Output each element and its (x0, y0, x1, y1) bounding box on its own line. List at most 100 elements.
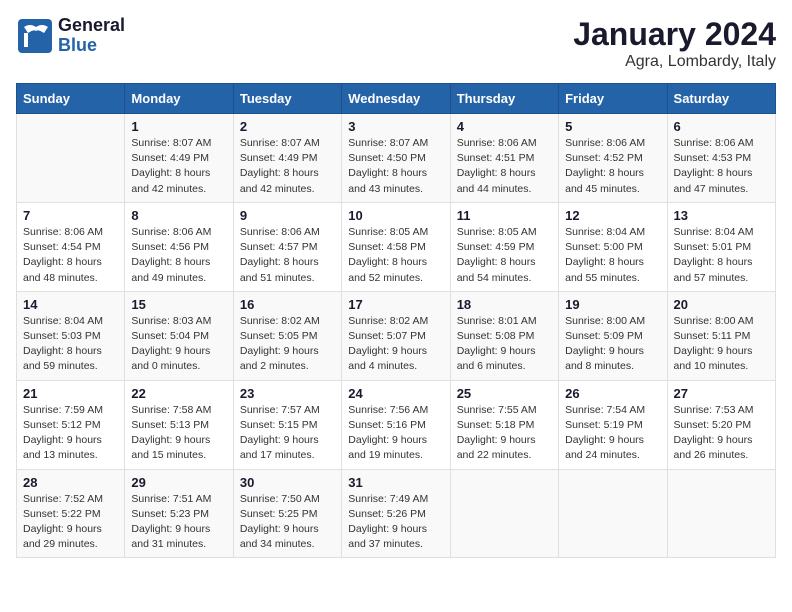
calendar-cell (559, 469, 667, 558)
day-info: Sunrise: 7:57 AM Sunset: 5:15 PM Dayligh… (240, 403, 335, 464)
calendar-cell: 29Sunrise: 7:51 AM Sunset: 5:23 PM Dayli… (125, 469, 233, 558)
calendar-cell: 13Sunrise: 8:04 AM Sunset: 5:01 PM Dayli… (667, 202, 775, 291)
calendar-cell: 22 Sunrise: 7:58 AM Sunset: 5:13 PM Dayli… (125, 380, 233, 469)
calendar-week-row: 28 Sunrise: 7:52 AM Sunset: 5:22 PM Dayli… (17, 469, 776, 558)
day-info: Sunrise: 8:00 AM Sunset: 5:11 PM Dayligh… (674, 314, 769, 375)
day-info: Sunrise: 7:50 AM Sunset: 5:25 PM Dayligh… (240, 492, 335, 553)
day-number: 4 (457, 119, 552, 134)
calendar-cell: 2Sunrise: 8:07 AM Sunset: 4:49 PM Daylig… (233, 114, 341, 203)
day-number: 13 (674, 208, 769, 223)
day-number: 6 (674, 119, 769, 134)
calendar-cell: 23Sunrise: 7:57 AM Sunset: 5:15 PM Dayli… (233, 380, 341, 469)
weekday-header: Tuesday (233, 84, 341, 114)
day-number: 15 (131, 297, 226, 312)
calendar-cell: 19 Sunrise: 8:00 AM Sunset: 5:09 PM Dayli… (559, 291, 667, 380)
calendar-cell (450, 469, 558, 558)
day-info: Sunrise: 8:06 AM Sunset: 4:54 PM Dayligh… (23, 225, 118, 286)
day-number: 12 (565, 208, 660, 223)
calendar-cell: 14 Sunrise: 8:04 AM Sunset: 5:03 PM Dayli… (17, 291, 125, 380)
logo-icon (16, 17, 54, 55)
day-number: 31 (348, 475, 443, 490)
day-number: 7 (23, 208, 118, 223)
calendar-cell: 25Sunrise: 7:55 AM Sunset: 5:18 PM Dayli… (450, 380, 558, 469)
calendar-cell: 24 Sunrise: 7:56 AM Sunset: 5:16 PM Dayli… (342, 380, 450, 469)
day-info: Sunrise: 7:58 AM Sunset: 5:13 PM Dayligh… (131, 403, 226, 464)
calendar-cell: 1 Sunrise: 8:07 AM Sunset: 4:49 PM Daylig… (125, 114, 233, 203)
calendar-cell: 5 Sunrise: 8:06 AM Sunset: 4:52 PM Daylig… (559, 114, 667, 203)
day-number: 16 (240, 297, 335, 312)
calendar-cell: 4 Sunrise: 8:06 AM Sunset: 4:51 PM Daylig… (450, 114, 558, 203)
day-info: Sunrise: 8:01 AM Sunset: 5:08 PM Dayligh… (457, 314, 552, 375)
calendar-cell: 30Sunrise: 7:50 AM Sunset: 5:25 PM Dayli… (233, 469, 341, 558)
day-info: Sunrise: 8:05 AM Sunset: 4:59 PM Dayligh… (457, 225, 552, 286)
day-number: 5 (565, 119, 660, 134)
day-number: 14 (23, 297, 118, 312)
day-info: Sunrise: 8:03 AM Sunset: 5:04 PM Dayligh… (131, 314, 226, 375)
weekday-header: Monday (125, 84, 233, 114)
day-number: 18 (457, 297, 552, 312)
day-number: 2 (240, 119, 335, 134)
logo-text-blue: Blue (58, 36, 125, 56)
day-number: 19 (565, 297, 660, 312)
weekday-header: Sunday (17, 84, 125, 114)
day-info: Sunrise: 8:07 AM Sunset: 4:50 PM Dayligh… (348, 136, 443, 197)
calendar-cell: 31 Sunrise: 7:49 AM Sunset: 5:26 PM Dayli… (342, 469, 450, 558)
calendar-cell: 17Sunrise: 8:02 AM Sunset: 5:07 PM Dayli… (342, 291, 450, 380)
day-info: Sunrise: 7:53 AM Sunset: 5:20 PM Dayligh… (674, 403, 769, 464)
calendar-week-row: 7 Sunrise: 8:06 AM Sunset: 4:54 PM Daylig… (17, 202, 776, 291)
page-header: General Blue January 2024 Agra, Lombardy… (16, 16, 776, 71)
day-number: 11 (457, 208, 552, 223)
day-info: Sunrise: 8:00 AM Sunset: 5:09 PM Dayligh… (565, 314, 660, 375)
calendar-cell: 8Sunrise: 8:06 AM Sunset: 4:56 PM Daylig… (125, 202, 233, 291)
day-info: Sunrise: 8:06 AM Sunset: 4:52 PM Dayligh… (565, 136, 660, 197)
calendar-cell: 28 Sunrise: 7:52 AM Sunset: 5:22 PM Dayli… (17, 469, 125, 558)
calendar-cell: 20 Sunrise: 8:00 AM Sunset: 5:11 PM Dayli… (667, 291, 775, 380)
day-number: 29 (131, 475, 226, 490)
day-number: 27 (674, 386, 769, 401)
day-info: Sunrise: 8:06 AM Sunset: 4:53 PM Dayligh… (674, 136, 769, 197)
day-number: 24 (348, 386, 443, 401)
calendar-cell: 16 Sunrise: 8:02 AM Sunset: 5:05 PM Dayli… (233, 291, 341, 380)
day-number: 26 (565, 386, 660, 401)
day-info: Sunrise: 7:54 AM Sunset: 5:19 PM Dayligh… (565, 403, 660, 464)
calendar-cell (17, 114, 125, 203)
day-info: Sunrise: 7:52 AM Sunset: 5:22 PM Dayligh… (23, 492, 118, 553)
calendar-week-row: 1 Sunrise: 8:07 AM Sunset: 4:49 PM Daylig… (17, 114, 776, 203)
calendar-cell: 9 Sunrise: 8:06 AM Sunset: 4:57 PM Daylig… (233, 202, 341, 291)
day-number: 17 (348, 297, 443, 312)
calendar-cell: 6 Sunrise: 8:06 AM Sunset: 4:53 PM Daylig… (667, 114, 775, 203)
day-number: 9 (240, 208, 335, 223)
calendar-cell: 12 Sunrise: 8:04 AM Sunset: 5:00 PM Dayli… (559, 202, 667, 291)
weekday-header-row: SundayMondayTuesdayWednesdayThursdayFrid… (17, 84, 776, 114)
weekday-header: Wednesday (342, 84, 450, 114)
day-number: 20 (674, 297, 769, 312)
weekday-header: Friday (559, 84, 667, 114)
page-subtitle: Agra, Lombardy, Italy (573, 53, 776, 71)
day-info: Sunrise: 7:49 AM Sunset: 5:26 PM Dayligh… (348, 492, 443, 553)
day-info: Sunrise: 8:02 AM Sunset: 5:05 PM Dayligh… (240, 314, 335, 375)
calendar-table: SundayMondayTuesdayWednesdayThursdayFrid… (16, 83, 776, 558)
logo-text-general: General (58, 16, 125, 36)
day-info: Sunrise: 8:06 AM Sunset: 4:56 PM Dayligh… (131, 225, 226, 286)
day-number: 25 (457, 386, 552, 401)
day-number: 21 (23, 386, 118, 401)
calendar-cell: 11 Sunrise: 8:05 AM Sunset: 4:59 PM Dayli… (450, 202, 558, 291)
day-info: Sunrise: 8:04 AM Sunset: 5:03 PM Dayligh… (23, 314, 118, 375)
day-number: 1 (131, 119, 226, 134)
day-number: 22 (131, 386, 226, 401)
weekday-header: Thursday (450, 84, 558, 114)
day-info: Sunrise: 8:04 AM Sunset: 5:00 PM Dayligh… (565, 225, 660, 286)
calendar-cell: 15 Sunrise: 8:03 AM Sunset: 5:04 PM Dayli… (125, 291, 233, 380)
calendar-week-row: 21 Sunrise: 7:59 AM Sunset: 5:12 PM Dayli… (17, 380, 776, 469)
day-info: Sunrise: 8:06 AM Sunset: 4:51 PM Dayligh… (457, 136, 552, 197)
day-info: Sunrise: 8:07 AM Sunset: 4:49 PM Dayligh… (131, 136, 226, 197)
day-number: 28 (23, 475, 118, 490)
calendar-cell: 7 Sunrise: 8:06 AM Sunset: 4:54 PM Daylig… (17, 202, 125, 291)
day-info: Sunrise: 8:06 AM Sunset: 4:57 PM Dayligh… (240, 225, 335, 286)
day-info: Sunrise: 7:56 AM Sunset: 5:16 PM Dayligh… (348, 403, 443, 464)
calendar-cell: 21 Sunrise: 7:59 AM Sunset: 5:12 PM Dayli… (17, 380, 125, 469)
day-number: 3 (348, 119, 443, 134)
calendar-cell (667, 469, 775, 558)
calendar-cell: 26 Sunrise: 7:54 AM Sunset: 5:19 PM Dayli… (559, 380, 667, 469)
day-info: Sunrise: 7:59 AM Sunset: 5:12 PM Dayligh… (23, 403, 118, 464)
